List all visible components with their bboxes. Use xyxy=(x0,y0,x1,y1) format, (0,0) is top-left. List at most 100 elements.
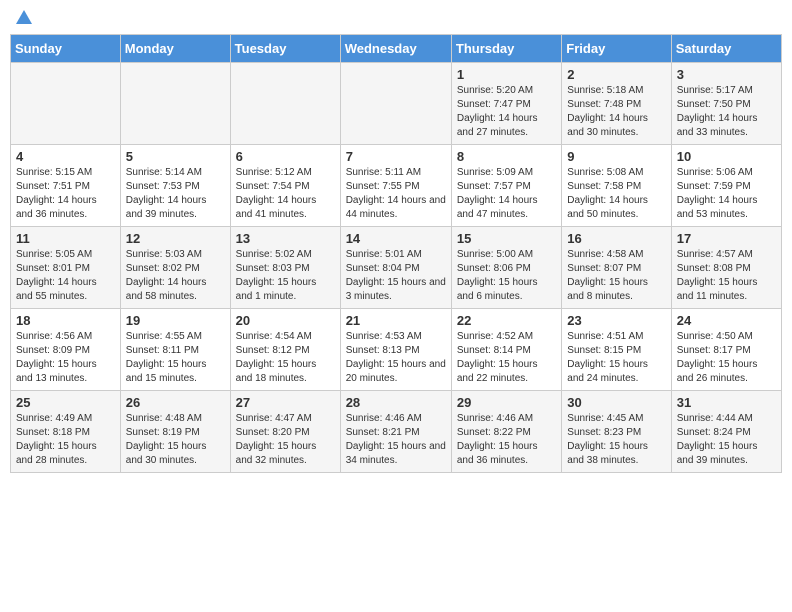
calendar-cell: 31Sunrise: 4:44 AM Sunset: 8:24 PM Dayli… xyxy=(671,391,781,473)
day-info: Sunrise: 5:12 AM Sunset: 7:54 PM Dayligh… xyxy=(236,166,335,222)
day-number: 27 xyxy=(236,395,335,410)
calendar-cell: 1 Sunrise: 5:20 AM Sunset: 7:47 PM Daylig… xyxy=(451,63,561,145)
day-info: Sunrise: 5:15 AM Sunset: 7:51 PM Dayligh… xyxy=(16,166,115,222)
day-info: Sunrise: 4:48 AM Sunset: 8:19 PM Dayligh… xyxy=(126,412,225,468)
day-number: 23 xyxy=(567,313,665,328)
weekday-header-row: SundayMondayTuesdayWednesdayThursdayFrid… xyxy=(11,35,782,63)
week-row-5: 25 Sunrise: 4:49 AM Sunset: 8:18 PM Dayli… xyxy=(11,391,782,473)
day-info: Sunrise: 4:45 AM Sunset: 8:23 PM Dayligh… xyxy=(567,412,665,468)
week-row-3: 11 Sunrise: 5:05 AM Sunset: 8:01 PM Dayli… xyxy=(11,227,782,309)
day-number: 28 xyxy=(346,395,446,410)
day-info: Sunrise: 4:57 AM Sunset: 8:08 PM Dayligh… xyxy=(677,248,776,304)
calendar-cell: 30Sunrise: 4:45 AM Sunset: 8:23 PM Dayli… xyxy=(562,391,671,473)
day-info: Sunrise: 5:17 AM Sunset: 7:50 PM Dayligh… xyxy=(677,84,776,140)
calendar-cell: 26 Sunrise: 4:48 AM Sunset: 8:19 PM Dayli… xyxy=(120,391,230,473)
day-info: Sunrise: 4:53 AM Sunset: 8:13 PM Dayligh… xyxy=(346,330,446,386)
calendar-cell: 6 Sunrise: 5:12 AM Sunset: 7:54 PM Daylig… xyxy=(230,145,340,227)
day-number: 18 xyxy=(16,313,115,328)
calendar-cell: 22 Sunrise: 4:52 AM Sunset: 8:14 PM Dayli… xyxy=(451,309,561,391)
day-number: 11 xyxy=(16,231,115,246)
calendar-cell: 29 Sunrise: 4:46 AM Sunset: 8:22 PM Dayli… xyxy=(451,391,561,473)
calendar-cell: 13 Sunrise: 5:02 AM Sunset: 8:03 PM Dayli… xyxy=(230,227,340,309)
day-number: 24 xyxy=(677,313,776,328)
day-info: Sunrise: 4:46 AM Sunset: 8:22 PM Dayligh… xyxy=(457,412,556,468)
week-row-4: 18 Sunrise: 4:56 AM Sunset: 8:09 PM Dayli… xyxy=(11,309,782,391)
calendar-cell: 19 Sunrise: 4:55 AM Sunset: 8:11 PM Dayli… xyxy=(120,309,230,391)
day-info: Sunrise: 4:58 AM Sunset: 8:07 PM Dayligh… xyxy=(567,248,665,304)
logo xyxy=(14,10,32,28)
day-number: 29 xyxy=(457,395,556,410)
day-number: 12 xyxy=(126,231,225,246)
calendar-cell: 8 Sunrise: 5:09 AM Sunset: 7:57 PM Daylig… xyxy=(451,145,561,227)
day-number: 1 xyxy=(457,67,556,82)
day-number: 19 xyxy=(126,313,225,328)
calendar-cell: 16 Sunrise: 4:58 AM Sunset: 8:07 PM Dayli… xyxy=(562,227,671,309)
day-info: Sunrise: 5:06 AM Sunset: 7:59 PM Dayligh… xyxy=(677,166,776,222)
day-info: Sunrise: 5:20 AM Sunset: 7:47 PM Dayligh… xyxy=(457,84,556,140)
calendar-cell: 2 Sunrise: 5:18 AM Sunset: 7:48 PM Daylig… xyxy=(562,63,671,145)
calendar-cell: 24 Sunrise: 4:50 AM Sunset: 8:17 PM Dayli… xyxy=(671,309,781,391)
day-number: 14 xyxy=(346,231,446,246)
day-info: Sunrise: 4:51 AM Sunset: 8:15 PM Dayligh… xyxy=(567,330,665,386)
week-row-2: 4Sunrise: 5:15 AM Sunset: 7:51 PM Daylig… xyxy=(11,145,782,227)
calendar-cell: 15 Sunrise: 5:00 AM Sunset: 8:06 PM Dayli… xyxy=(451,227,561,309)
day-info: Sunrise: 4:50 AM Sunset: 8:17 PM Dayligh… xyxy=(677,330,776,386)
day-number: 25 xyxy=(16,395,115,410)
day-info: Sunrise: 5:18 AM Sunset: 7:48 PM Dayligh… xyxy=(567,84,665,140)
calendar-cell xyxy=(11,63,121,145)
day-number: 26 xyxy=(126,395,225,410)
calendar-cell: 4Sunrise: 5:15 AM Sunset: 7:51 PM Daylig… xyxy=(11,145,121,227)
day-info: Sunrise: 4:55 AM Sunset: 8:11 PM Dayligh… xyxy=(126,330,225,386)
day-info: Sunrise: 4:52 AM Sunset: 8:14 PM Dayligh… xyxy=(457,330,556,386)
day-info: Sunrise: 4:56 AM Sunset: 8:09 PM Dayligh… xyxy=(16,330,115,386)
day-number: 8 xyxy=(457,149,556,164)
day-number: 9 xyxy=(567,149,665,164)
calendar-cell: 14 Sunrise: 5:01 AM Sunset: 8:04 PM Dayli… xyxy=(340,227,451,309)
day-info: Sunrise: 5:14 AM Sunset: 7:53 PM Dayligh… xyxy=(126,166,225,222)
day-info: Sunrise: 5:01 AM Sunset: 8:04 PM Dayligh… xyxy=(346,248,446,304)
calendar-cell: 25 Sunrise: 4:49 AM Sunset: 8:18 PM Dayli… xyxy=(11,391,121,473)
calendar-cell: 3 Sunrise: 5:17 AM Sunset: 7:50 PM Daylig… xyxy=(671,63,781,145)
day-number: 3 xyxy=(677,67,776,82)
calendar: SundayMondayTuesdayWednesdayThursdayFrid… xyxy=(10,34,782,473)
day-info: Sunrise: 5:09 AM Sunset: 7:57 PM Dayligh… xyxy=(457,166,556,222)
weekday-header-sunday: Sunday xyxy=(11,35,121,63)
day-info: Sunrise: 5:05 AM Sunset: 8:01 PM Dayligh… xyxy=(16,248,115,304)
day-number: 7 xyxy=(346,149,446,164)
day-info: Sunrise: 5:11 AM Sunset: 7:55 PM Dayligh… xyxy=(346,166,446,222)
calendar-cell xyxy=(340,63,451,145)
calendar-cell: 10 Sunrise: 5:06 AM Sunset: 7:59 PM Dayli… xyxy=(671,145,781,227)
calendar-cell: 18 Sunrise: 4:56 AM Sunset: 8:09 PM Dayli… xyxy=(11,309,121,391)
day-number: 10 xyxy=(677,149,776,164)
weekday-header-friday: Friday xyxy=(562,35,671,63)
day-number: 13 xyxy=(236,231,335,246)
day-number: 22 xyxy=(457,313,556,328)
calendar-cell: 23 Sunrise: 4:51 AM Sunset: 8:15 PM Dayli… xyxy=(562,309,671,391)
day-info: Sunrise: 4:46 AM Sunset: 8:21 PM Dayligh… xyxy=(346,412,446,468)
header xyxy=(10,10,782,28)
day-number: 16 xyxy=(567,231,665,246)
calendar-cell: 9Sunrise: 5:08 AM Sunset: 7:58 PM Daylig… xyxy=(562,145,671,227)
day-info: Sunrise: 5:03 AM Sunset: 8:02 PM Dayligh… xyxy=(126,248,225,304)
day-info: Sunrise: 4:49 AM Sunset: 8:18 PM Dayligh… xyxy=(16,412,115,468)
calendar-cell: 17 Sunrise: 4:57 AM Sunset: 8:08 PM Dayli… xyxy=(671,227,781,309)
calendar-cell: 7 Sunrise: 5:11 AM Sunset: 7:55 PM Daylig… xyxy=(340,145,451,227)
week-row-1: 1 Sunrise: 5:20 AM Sunset: 7:47 PM Daylig… xyxy=(11,63,782,145)
calendar-cell: 21Sunrise: 4:53 AM Sunset: 8:13 PM Dayli… xyxy=(340,309,451,391)
calendar-cell xyxy=(230,63,340,145)
day-number: 15 xyxy=(457,231,556,246)
day-number: 6 xyxy=(236,149,335,164)
day-number: 20 xyxy=(236,313,335,328)
weekday-header-wednesday: Wednesday xyxy=(340,35,451,63)
day-number: 31 xyxy=(677,395,776,410)
calendar-cell xyxy=(120,63,230,145)
day-info: Sunrise: 5:02 AM Sunset: 8:03 PM Dayligh… xyxy=(236,248,335,304)
day-number: 17 xyxy=(677,231,776,246)
day-info: Sunrise: 4:54 AM Sunset: 8:12 PM Dayligh… xyxy=(236,330,335,386)
calendar-cell: 20 Sunrise: 4:54 AM Sunset: 8:12 PM Dayli… xyxy=(230,309,340,391)
weekday-header-thursday: Thursday xyxy=(451,35,561,63)
calendar-cell: 11 Sunrise: 5:05 AM Sunset: 8:01 PM Dayli… xyxy=(11,227,121,309)
day-info: Sunrise: 5:00 AM Sunset: 8:06 PM Dayligh… xyxy=(457,248,556,304)
weekday-header-tuesday: Tuesday xyxy=(230,35,340,63)
day-number: 2 xyxy=(567,67,665,82)
